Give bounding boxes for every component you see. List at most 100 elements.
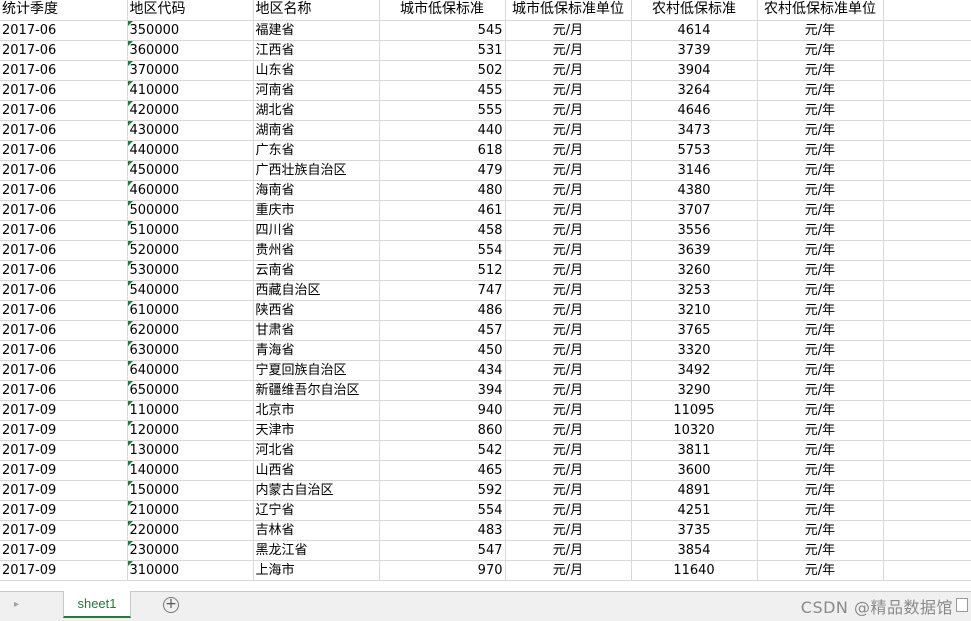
spreadsheet-grid[interactable]: 统计季度 地区代码 地区名称 城市低保标准 城市低保标准单位 农村低保标准 农村…	[0, 0, 971, 591]
cell-rural-unit[interactable]: 元/年	[757, 300, 884, 321]
cell-quarter[interactable]: 2017-06	[0, 140, 128, 161]
cell-region-name[interactable]: 湖北省	[253, 100, 380, 121]
cell-empty[interactable]	[883, 440, 971, 461]
cell-urban-unit[interactable]: 元/月	[505, 480, 632, 501]
cell-urban-standard[interactable]: 434	[379, 360, 506, 381]
table-row[interactable]: 2017-09 210000 辽宁省 554 元/月 4251 元/年	[0, 500, 971, 521]
cell-urban-standard[interactable]: 479	[379, 160, 506, 181]
cell-empty[interactable]	[883, 380, 971, 401]
cell-empty[interactable]	[883, 220, 971, 241]
cell-urban-unit[interactable]: 元/月	[505, 460, 632, 481]
cell-region-code[interactable]: 640000	[127, 360, 254, 381]
cell-region-name[interactable]: 西藏自治区	[253, 280, 380, 301]
cell-region-code[interactable]: 230000	[127, 540, 254, 561]
cell-region-name[interactable]: 广西壮族自治区	[253, 160, 380, 181]
cell-region-code[interactable]: 630000	[127, 340, 254, 361]
cell-rural-standard[interactable]: 11640	[631, 560, 758, 581]
cell-rural-standard[interactable]: 4380	[631, 180, 758, 201]
cell-rural-standard[interactable]: 11095	[631, 400, 758, 421]
cell-urban-unit[interactable]: 元/月	[505, 500, 632, 521]
cell-urban-unit[interactable]: 元/月	[505, 520, 632, 541]
cell-region-code[interactable]: 310000	[127, 560, 254, 581]
header-cell-urban-standard[interactable]: 城市低保标准	[379, 0, 506, 21]
cell-quarter[interactable]: 2017-06	[0, 160, 128, 181]
cell-quarter[interactable]: 2017-09	[0, 480, 128, 501]
cell-region-code[interactable]: 460000	[127, 180, 254, 201]
cell-empty[interactable]	[883, 540, 971, 561]
cell-quarter[interactable]: 2017-06	[0, 200, 128, 221]
cell-rural-unit[interactable]: 元/年	[757, 20, 884, 41]
cell-region-name[interactable]: 河南省	[253, 80, 380, 101]
cell-urban-unit[interactable]: 元/月	[505, 400, 632, 421]
cell-region-name[interactable]: 福建省	[253, 20, 380, 41]
table-row[interactable]: 2017-06 500000 重庆市 461 元/月 3707 元/年	[0, 200, 971, 221]
header-cell-urban-unit[interactable]: 城市低保标准单位	[505, 0, 632, 21]
cell-region-code[interactable]: 150000	[127, 480, 254, 501]
table-row[interactable]: 2017-06 370000 山东省 502 元/月 3904 元/年	[0, 60, 971, 81]
cell-rural-standard[interactable]: 3707	[631, 200, 758, 221]
cell-region-code[interactable]: 140000	[127, 460, 254, 481]
cell-region-code[interactable]: 220000	[127, 520, 254, 541]
cell-urban-standard[interactable]: 450	[379, 340, 506, 361]
cell-quarter[interactable]: 2017-09	[0, 560, 128, 581]
cell-rural-standard[interactable]: 3473	[631, 120, 758, 141]
cell-region-name[interactable]: 北京市	[253, 400, 380, 421]
cell-urban-unit[interactable]: 元/月	[505, 260, 632, 281]
cell-empty[interactable]	[883, 360, 971, 381]
cell-urban-unit[interactable]: 元/月	[505, 560, 632, 581]
cell-rural-standard[interactable]: 3600	[631, 460, 758, 481]
cell-region-code[interactable]: 110000	[127, 400, 254, 421]
cell-region-name[interactable]: 广东省	[253, 140, 380, 161]
cell-rural-unit[interactable]: 元/年	[757, 480, 884, 501]
cell-rural-standard[interactable]: 3904	[631, 60, 758, 81]
cell-urban-standard[interactable]: 486	[379, 300, 506, 321]
cell-rural-standard[interactable]: 3260	[631, 260, 758, 281]
cell-rural-standard[interactable]: 4614	[631, 20, 758, 41]
cell-quarter[interactable]: 2017-06	[0, 300, 128, 321]
cell-urban-unit[interactable]: 元/月	[505, 280, 632, 301]
cell-quarter[interactable]: 2017-09	[0, 500, 128, 521]
cell-urban-standard[interactable]: 592	[379, 480, 506, 501]
cell-urban-standard[interactable]: 483	[379, 520, 506, 541]
cell-urban-standard[interactable]: 542	[379, 440, 506, 461]
table-row[interactable]: 2017-06 440000 广东省 618 元/月 5753 元/年	[0, 140, 971, 161]
cell-rural-standard[interactable]: 3492	[631, 360, 758, 381]
header-cell-quarter[interactable]: 统计季度	[0, 0, 128, 21]
cell-region-code[interactable]: 620000	[127, 320, 254, 341]
cell-urban-unit[interactable]: 元/月	[505, 160, 632, 181]
cell-empty[interactable]	[883, 140, 971, 161]
cell-empty[interactable]	[883, 500, 971, 521]
cell-region-name[interactable]: 重庆市	[253, 200, 380, 221]
cell-region-code[interactable]: 440000	[127, 140, 254, 161]
cell-urban-standard[interactable]: 554	[379, 240, 506, 261]
table-row[interactable]: 2017-06 450000 广西壮族自治区 479 元/月 3146 元/年	[0, 160, 971, 181]
cell-region-name[interactable]: 黑龙江省	[253, 540, 380, 561]
cell-rural-standard[interactable]: 3210	[631, 300, 758, 321]
cell-urban-standard[interactable]: 480	[379, 180, 506, 201]
cell-empty[interactable]	[883, 560, 971, 581]
cell-quarter[interactable]: 2017-09	[0, 440, 128, 461]
cell-region-code[interactable]: 210000	[127, 500, 254, 521]
cell-rural-unit[interactable]: 元/年	[757, 520, 884, 541]
table-row[interactable]: 2017-09 140000 山西省 465 元/月 3600 元/年	[0, 460, 971, 481]
cell-rural-unit[interactable]: 元/年	[757, 400, 884, 421]
cell-urban-standard[interactable]: 970	[379, 560, 506, 581]
cell-quarter[interactable]: 2017-06	[0, 100, 128, 121]
cell-region-name[interactable]: 江西省	[253, 40, 380, 61]
cell-urban-standard[interactable]: 394	[379, 380, 506, 401]
cell-urban-unit[interactable]: 元/月	[505, 360, 632, 381]
cell-rural-standard[interactable]: 3556	[631, 220, 758, 241]
cell-rural-standard[interactable]: 4891	[631, 480, 758, 501]
table-row[interactable]: 2017-06 460000 海南省 480 元/月 4380 元/年	[0, 180, 971, 201]
cell-region-code[interactable]: 350000	[127, 20, 254, 41]
cell-urban-standard[interactable]: 554	[379, 500, 506, 521]
cell-rural-standard[interactable]: 3146	[631, 160, 758, 181]
cell-quarter[interactable]: 2017-06	[0, 60, 128, 81]
cell-empty[interactable]	[883, 20, 971, 41]
cell-empty[interactable]	[883, 280, 971, 301]
cell-region-name[interactable]: 天津市	[253, 420, 380, 441]
cell-urban-standard[interactable]: 512	[379, 260, 506, 281]
cell-rural-unit[interactable]: 元/年	[757, 360, 884, 381]
cell-urban-unit[interactable]: 元/月	[505, 180, 632, 201]
table-row[interactable]: 2017-06 420000 湖北省 555 元/月 4646 元/年	[0, 100, 971, 121]
